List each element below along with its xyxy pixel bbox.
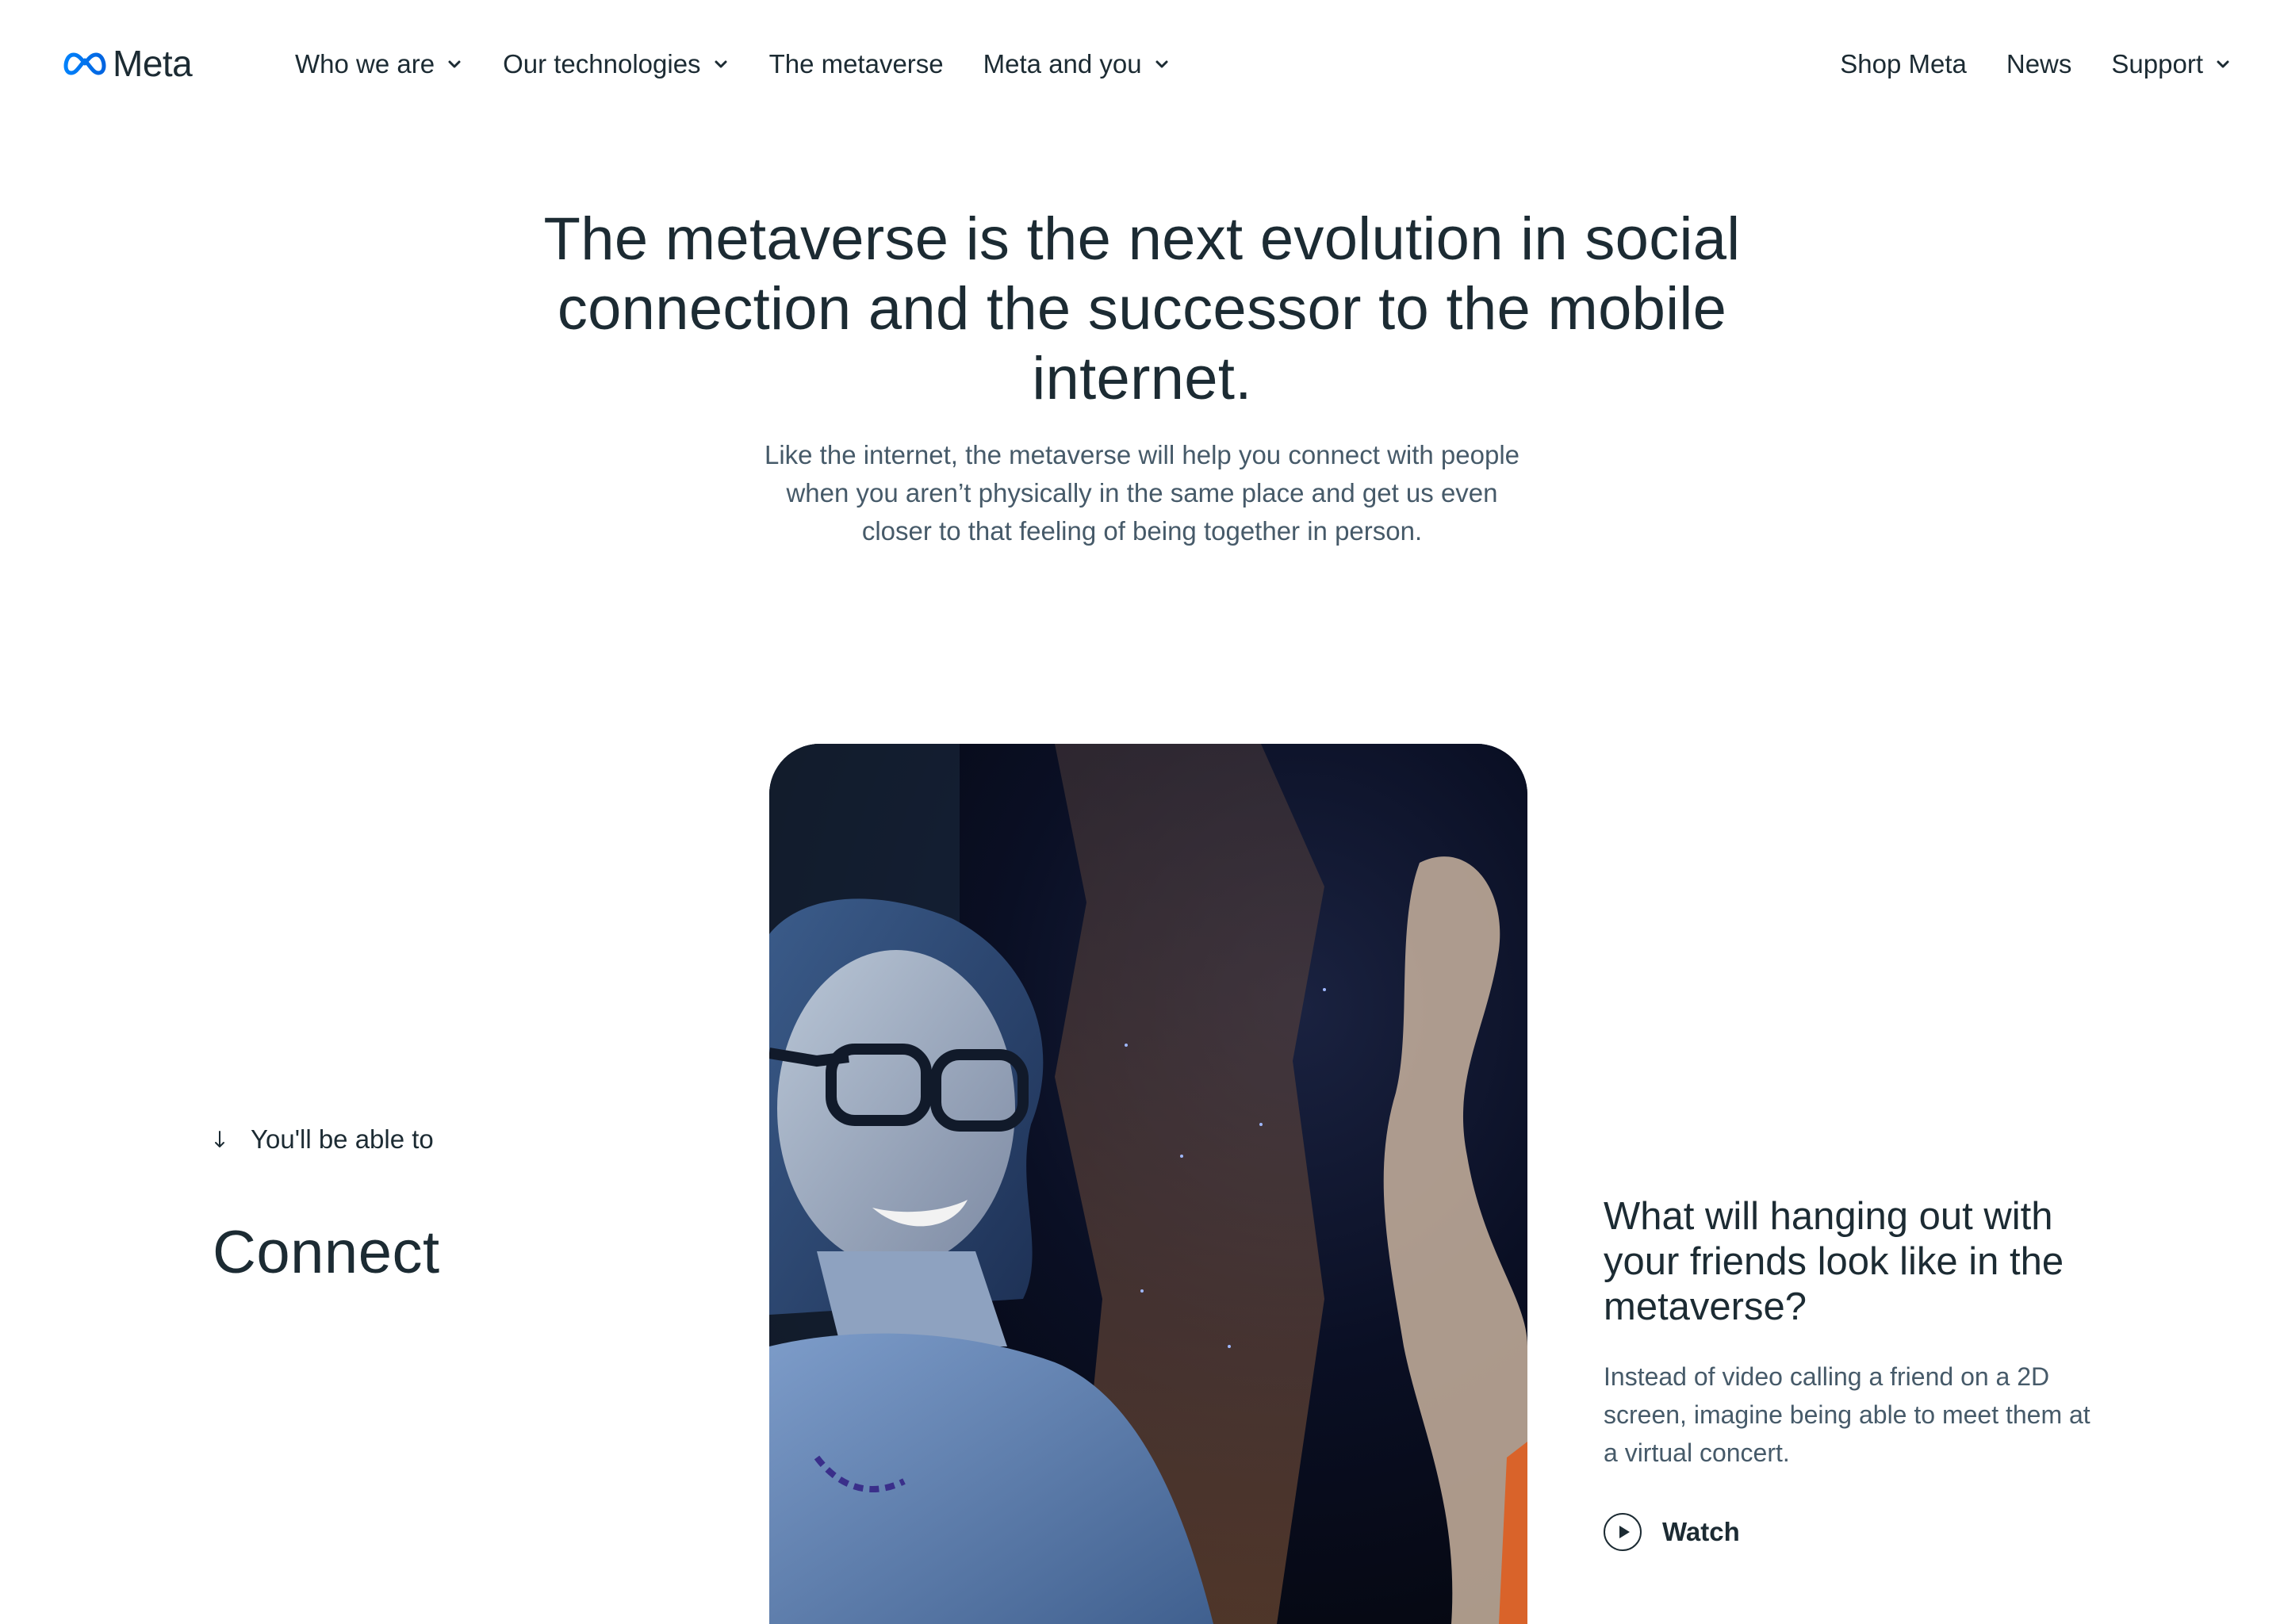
info-text: Instead of video calling a friend on a 2… — [1604, 1362, 2090, 1467]
secondary-nav: Shop Meta News Support — [1800, 46, 2232, 82]
nav-label: Who we are — [295, 49, 435, 79]
meta-infinity-icon — [63, 52, 106, 75]
chevron-down-icon — [2217, 60, 2229, 68]
play-circle-icon — [1604, 1513, 1642, 1551]
primary-nav: Who we are Our technologies The metavers… — [295, 46, 1210, 82]
nav-label: The metaverse — [768, 49, 944, 79]
hero-subtitle: Like the internet, the metaverse will he… — [764, 440, 1520, 546]
video-still-image[interactable] — [769, 744, 1527, 1624]
nav-label: News — [2006, 49, 2072, 79]
section-eyebrow: You'll be able to — [213, 1124, 434, 1155]
nav-label: Support — [2111, 49, 2203, 79]
video-still-illustration — [769, 744, 1527, 1624]
nav-news[interactable]: News — [2006, 46, 2072, 82]
nav-shop-meta[interactable]: Shop Meta — [1840, 46, 1967, 82]
nav-meta-and-you[interactable]: Meta and you — [983, 46, 1171, 82]
chevron-down-icon — [1155, 60, 1168, 68]
nav-who-we-are[interactable]: Who we are — [295, 46, 463, 82]
hero-title: The metaverse is the next evolution in s… — [543, 205, 1741, 412]
watch-button[interactable]: Watch — [1604, 1513, 1740, 1551]
arrow-down-icon — [215, 1131, 224, 1147]
play-icon — [1619, 1526, 1630, 1538]
logo-wordmark: Meta — [113, 43, 193, 84]
section-title: Connect — [213, 1219, 440, 1286]
nav-label: Meta and you — [983, 49, 1142, 79]
chevron-down-icon — [715, 60, 727, 68]
eyebrow-label: You'll be able to — [251, 1124, 434, 1154]
info-heading: What will hanging out with your friends … — [1604, 1195, 2064, 1328]
meta-logo-link[interactable]: Meta — [63, 43, 193, 84]
chevron-down-icon — [448, 60, 461, 68]
nav-the-metaverse[interactable]: The metaverse — [769, 46, 944, 82]
site-header: Meta Who we are Our technologies The met… — [0, 0, 2284, 127]
watch-label: Watch — [1662, 1517, 1740, 1546]
nav-label: Shop Meta — [1840, 49, 1967, 79]
nav-label: Our technologies — [503, 49, 701, 79]
nav-support[interactable]: Support — [2111, 46, 2232, 82]
nav-our-technologies[interactable]: Our technologies — [503, 46, 729, 82]
